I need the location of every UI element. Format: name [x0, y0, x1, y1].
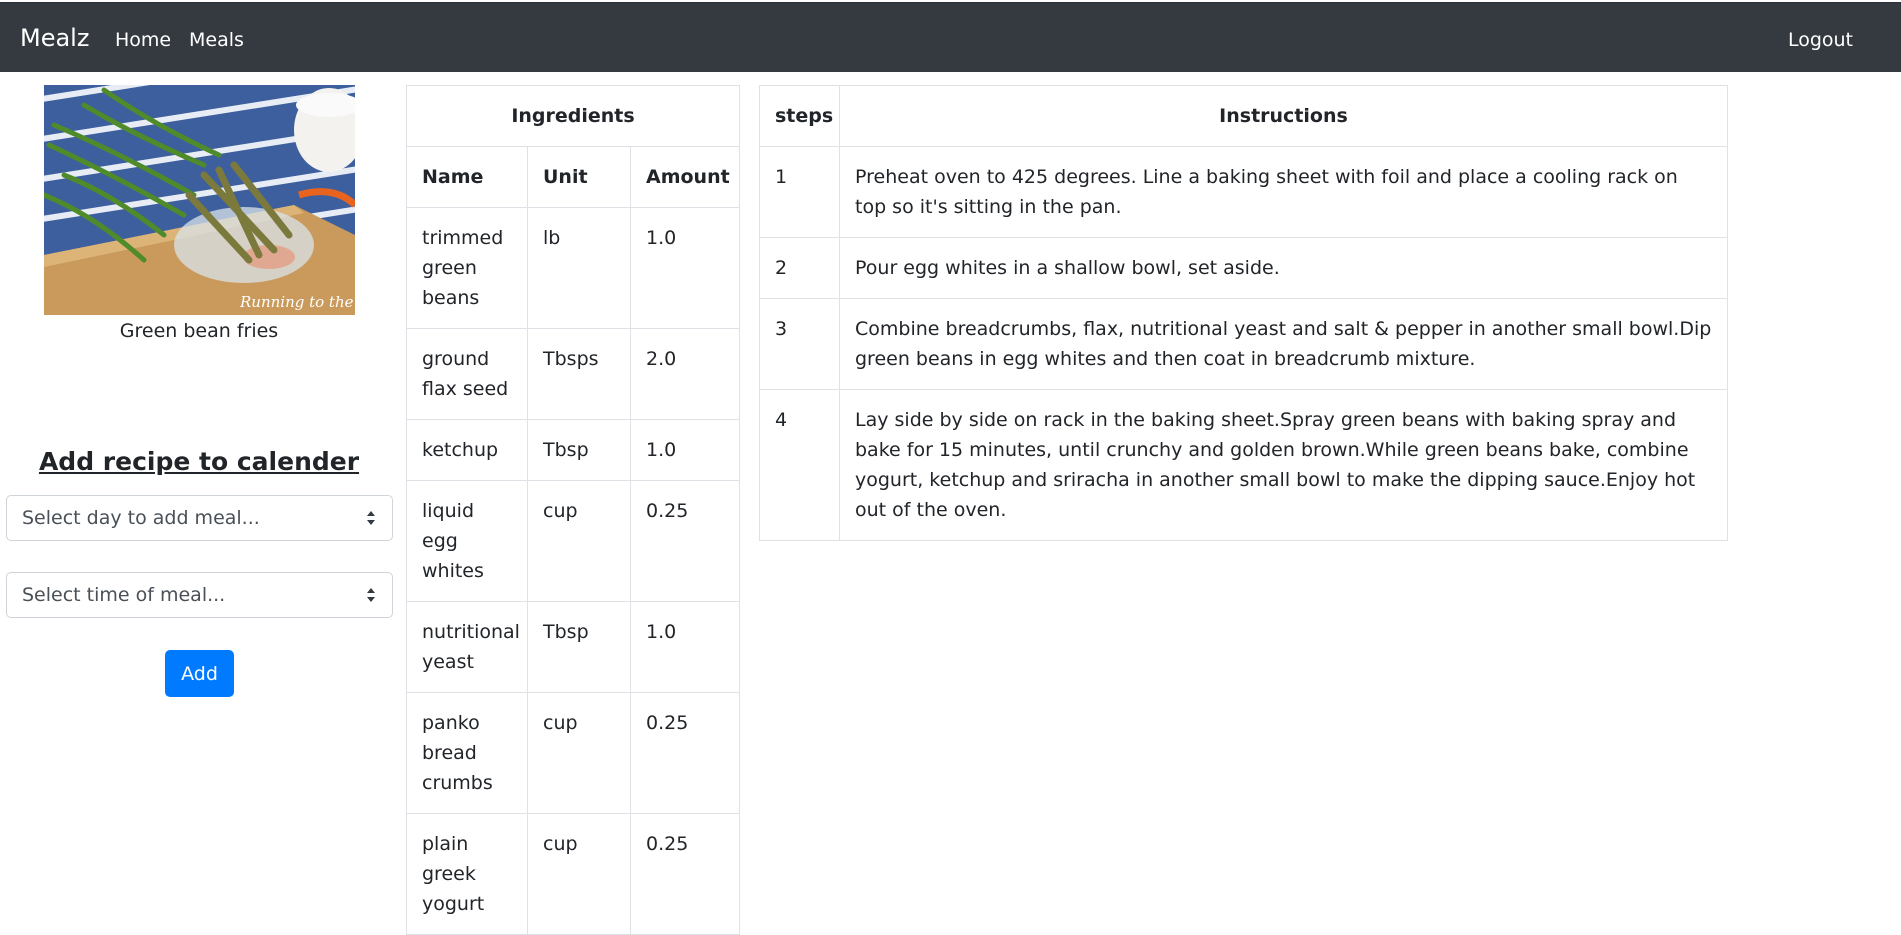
table-row: 1 Preheat oven to 425 degrees. Line a ba…: [759, 146, 1728, 238]
ingredient-name: liquid egg whites: [406, 480, 528, 602]
nav-meals-link[interactable]: Meals: [189, 29, 244, 51]
ingredient-amount: 0.25: [629, 813, 741, 935]
time-select[interactable]: Select time of meal...: [6, 572, 393, 618]
ingredient-name: trimmed green beans: [406, 207, 528, 329]
day-select[interactable]: Select day to add meal...: [6, 495, 393, 541]
step-number: 2: [759, 237, 840, 299]
instructions-table: steps Instructions 1 Preheat oven to 425…: [759, 85, 1728, 541]
ingredient-amount: 2.0: [629, 328, 741, 420]
ingredient-unit: Tbsps: [527, 328, 631, 420]
column-header-name: Name: [406, 146, 528, 208]
day-select-value: Select day to add meal...: [22, 507, 260, 529]
nav-home-link[interactable]: Home: [115, 29, 171, 51]
step-text: Combine breadcrumbs, flax, nutritional y…: [839, 298, 1728, 390]
ingredient-name: ground flax seed: [406, 328, 528, 420]
add-recipe-heading: Add recipe to calender: [38, 447, 360, 476]
ingredients-caption: Ingredients: [405, 85, 741, 147]
ingredient-unit: Tbsp: [527, 419, 631, 481]
ingredient-unit: lb: [527, 207, 631, 329]
step-text: Preheat oven to 425 degrees. Line a baki…: [839, 146, 1728, 238]
ingredients-table: Ingredients Name Unit Amount trimmed gre…: [405, 85, 741, 935]
table-row: panko bread crumbs cup 0.25: [406, 692, 741, 814]
ingredient-name: nutritional yeast: [406, 601, 528, 693]
ingredient-unit: cup: [527, 480, 631, 602]
table-row: 4 Lay side by side on rack in the baking…: [759, 389, 1728, 541]
step-text: Lay side by side on rack in the baking s…: [839, 389, 1728, 541]
ingredient-name: plain greek yogurt: [406, 813, 528, 935]
ingredient-amount: 0.25: [629, 692, 741, 814]
step-number: 4: [759, 389, 840, 541]
column-header-instructions: Instructions: [839, 85, 1728, 147]
svg-text:Running to the Kitchen: Running to the Kitchen: [239, 293, 355, 311]
sort-arrows-icon: [367, 511, 375, 525]
step-number: 1: [759, 146, 840, 238]
ingredient-amount: 1.0: [629, 419, 741, 481]
ingredient-amount: 1.0: [629, 207, 741, 329]
meal-name: Green bean fries: [119, 320, 279, 342]
table-row: liquid egg whites cup 0.25: [406, 480, 741, 602]
time-select-value: Select time of meal...: [22, 584, 226, 606]
table-row: 2 Pour egg whites in a shallow bowl, set…: [759, 237, 1728, 299]
sort-arrows-icon: [367, 588, 375, 602]
table-row: ground flax seed Tbsps 2.0: [406, 328, 741, 420]
table-row: ketchup Tbsp 1.0: [406, 419, 741, 481]
navbar: Mealz Home Meals Logout: [0, 2, 1901, 72]
table-row: plain greek yogurt cup 0.25: [406, 813, 741, 935]
green-bean-fries-photo-icon: Running to the Kitchen: [44, 85, 355, 315]
ingredient-unit: Tbsp: [527, 601, 631, 693]
step-text: Pour egg whites in a shallow bowl, set a…: [839, 237, 1728, 299]
table-row: trimmed green beans lb 1.0: [406, 207, 741, 329]
column-header-amount: Amount: [629, 146, 741, 208]
table-row: 3 Combine breadcrumbs, flax, nutritional…: [759, 298, 1728, 390]
ingredient-amount: 0.25: [629, 480, 741, 602]
meal-photo: Running to the Kitchen: [44, 85, 355, 315]
logout-link[interactable]: Logout: [1788, 29, 1853, 51]
ingredient-unit: cup: [527, 813, 631, 935]
ingredient-name: ketchup: [406, 419, 528, 481]
ingredient-name: panko bread crumbs: [406, 692, 528, 814]
ingredient-amount: 1.0: [629, 601, 741, 693]
column-header-steps: steps: [759, 85, 840, 147]
ingredient-unit: cup: [527, 692, 631, 814]
column-header-unit: Unit: [527, 146, 631, 208]
brand-logo[interactable]: Mealz: [20, 24, 89, 52]
step-number: 3: [759, 298, 840, 390]
add-button[interactable]: Add: [165, 650, 234, 697]
table-row: nutritional yeast Tbsp 1.0: [406, 601, 741, 693]
